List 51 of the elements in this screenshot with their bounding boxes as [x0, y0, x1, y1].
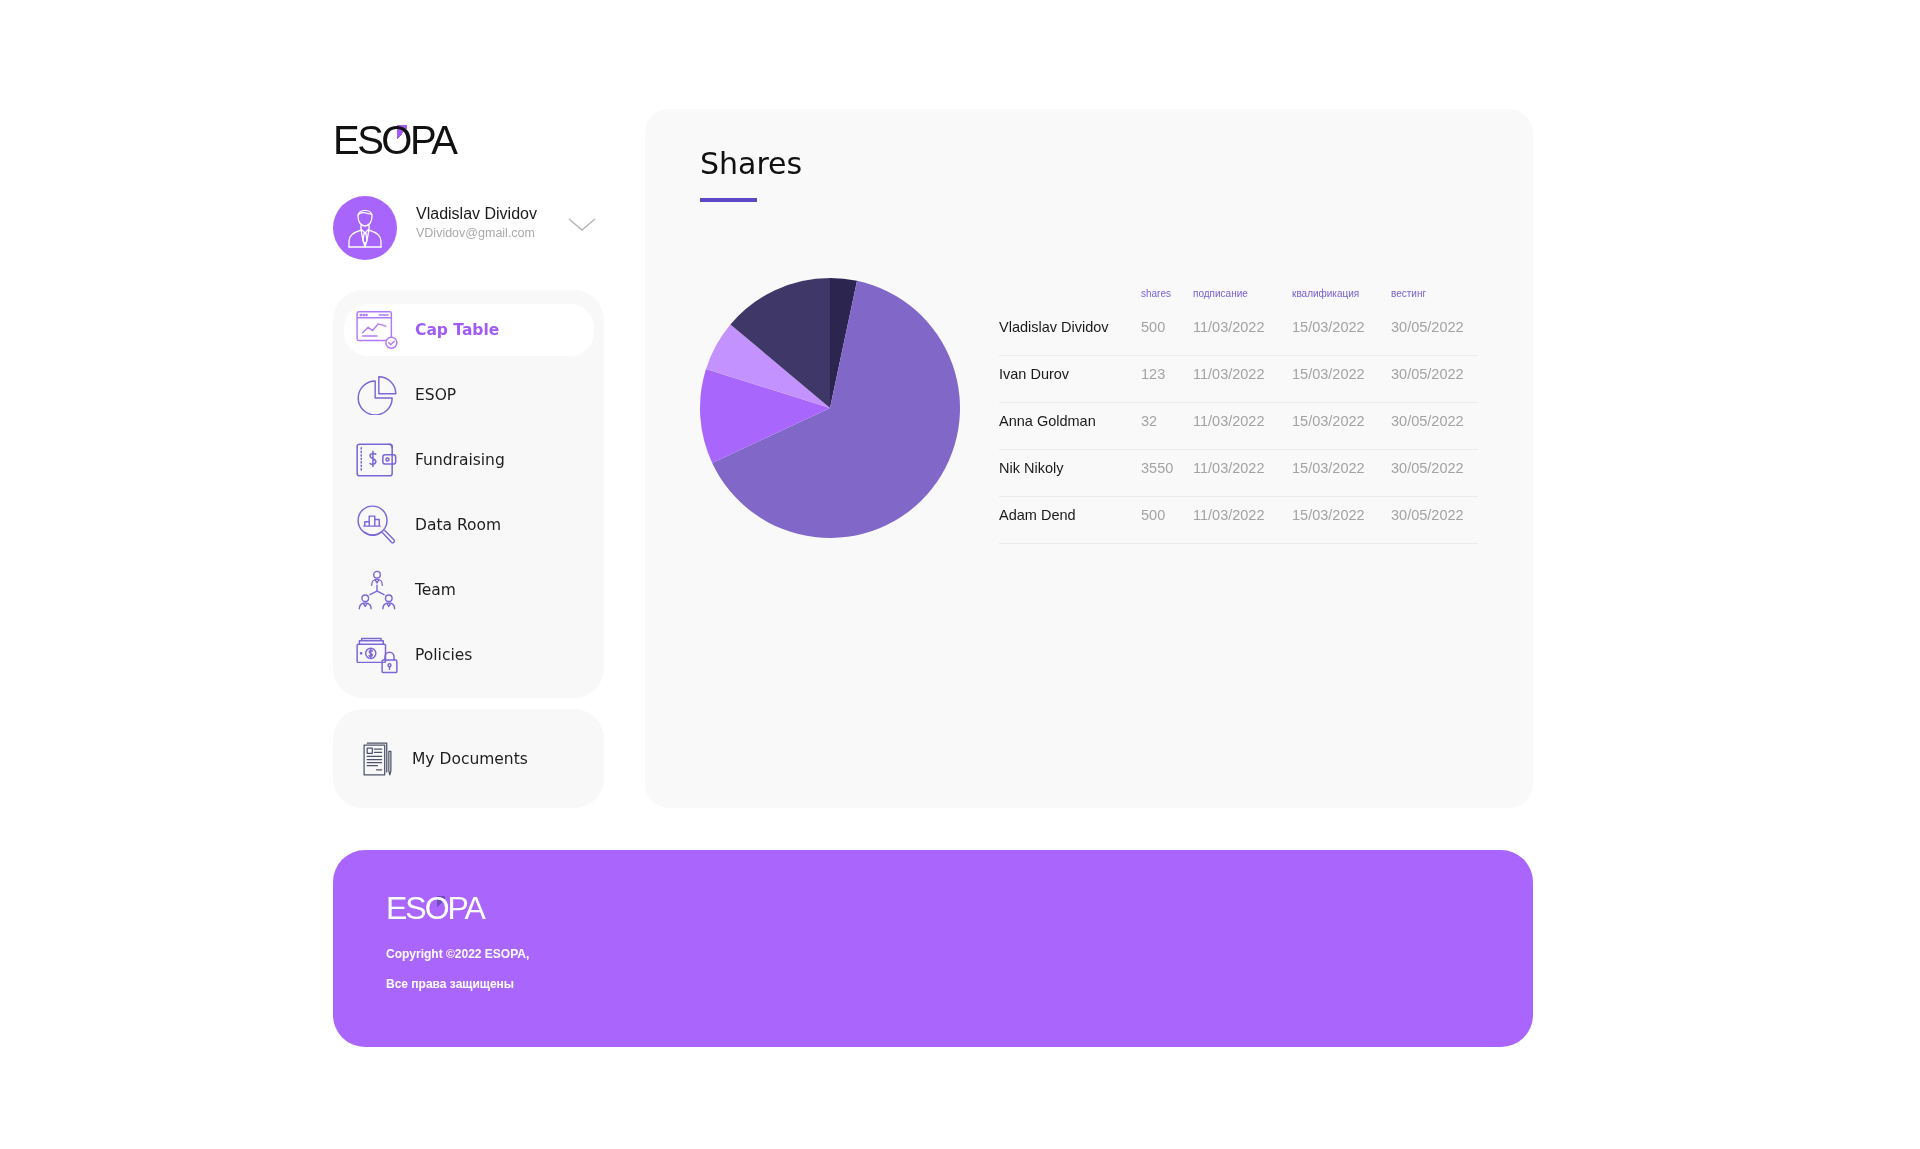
my-documents-link[interactable]: My Documents [363, 741, 528, 776]
table-cell: 11/03/2022 [1193, 412, 1265, 430]
table-cell: 15/03/2022 [1292, 459, 1365, 477]
table-cell: Nik Nikoly [999, 459, 1064, 477]
table-cell: 15/03/2022 [1292, 506, 1365, 524]
nav-item[interactable]: Fundraising [344, 434, 594, 486]
rights-text: Все права защищены [386, 976, 515, 992]
column-header: квалификация [1292, 288, 1360, 300]
column-header: shares [1141, 288, 1171, 300]
column-header: подписание [1193, 288, 1248, 300]
table-cell: 32 [1141, 412, 1158, 430]
table-cell: Vladislav Dividov [999, 318, 1109, 336]
table-cell: 30/05/2022 [1391, 459, 1464, 477]
user-avatar-icon [333, 196, 397, 260]
copyright-text: Copyright ©2022 ESOPA, [386, 946, 530, 962]
user-name: Vladislav Dividov [416, 204, 537, 223]
table-cell: 11/03/2022 [1193, 506, 1265, 524]
table-cell: Adam Dend [999, 506, 1076, 524]
nav-item[interactable]: Policies [344, 629, 594, 681]
nav-item[interactable]: ESOP [344, 369, 594, 421]
nav-item[interactable]: Cap Table [344, 304, 594, 356]
table-cell: 500 [1141, 318, 1166, 336]
table-cell: Anna Goldman [999, 412, 1096, 430]
pie-chart-icon [356, 375, 398, 415]
table-cell: 30/05/2022 [1391, 318, 1464, 336]
table-cell: 30/05/2022 [1391, 365, 1464, 383]
nav-item[interactable]: Team [344, 564, 594, 616]
nav-item[interactable]: Data Room [344, 499, 594, 551]
table-cell: Ivan Durov [999, 365, 1070, 383]
table-cell: 11/03/2022 [1193, 365, 1265, 383]
magnifier-chart-icon [356, 505, 398, 545]
chevron-down-icon[interactable] [568, 218, 596, 231]
table-cell: 30/05/2022 [1391, 506, 1464, 524]
user-email: VDividov@gmail.com [416, 226, 535, 241]
table-cell: 11/03/2022 [1193, 318, 1265, 336]
column-header: вестинг [1391, 288, 1427, 300]
table-cell: 123 [1141, 365, 1166, 383]
wallet-icon [356, 440, 398, 480]
table-cell: 30/05/2022 [1391, 412, 1464, 430]
title-underline [700, 198, 757, 202]
cash-lock-icon [356, 635, 398, 675]
table-cell: 500 [1141, 506, 1166, 524]
table-cell: 11/03/2022 [1193, 459, 1265, 477]
table-cell: 3550 [1141, 459, 1174, 477]
table-cell: 15/03/2022 [1292, 365, 1365, 383]
document-pen-icon [363, 741, 393, 776]
table-cell: 15/03/2022 [1292, 412, 1365, 430]
people-hierarchy-icon [356, 570, 398, 610]
window-chart-icon [356, 310, 398, 350]
page-title: Shares [700, 147, 803, 181]
table-cell: 15/03/2022 [1292, 318, 1365, 336]
